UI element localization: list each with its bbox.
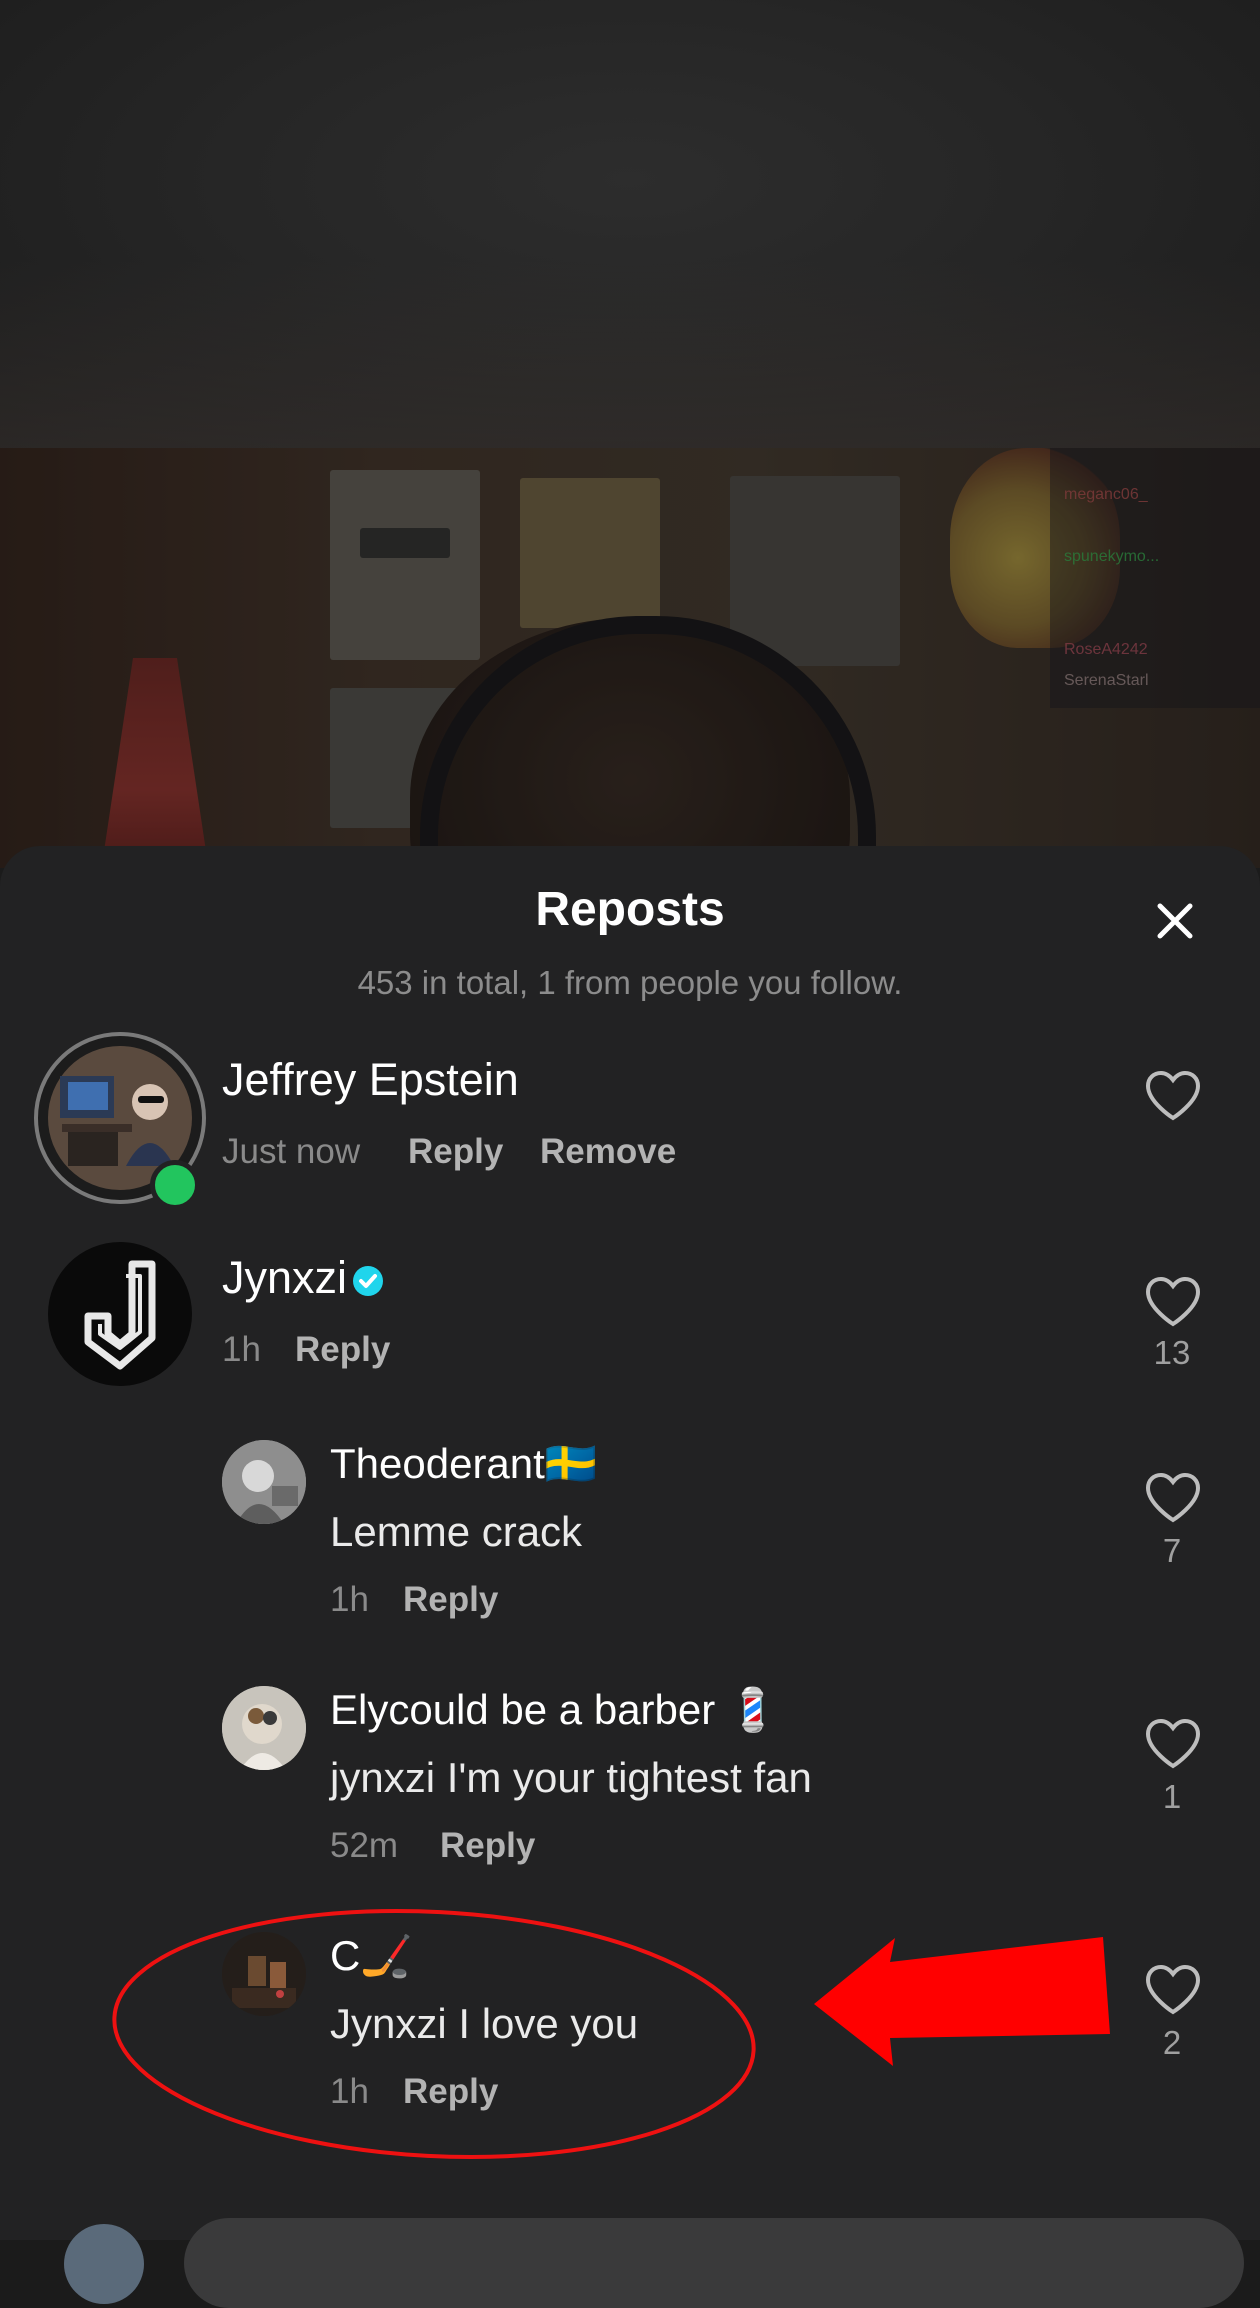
heart-icon[interactable] (1144, 1070, 1202, 1122)
reply-text: Lemme crack (330, 1508, 583, 1555)
reply-username[interactable]: Theoderant🇸🇪 (330, 1440, 597, 1489)
heart-icon[interactable] (1144, 1472, 1202, 1524)
username-text: Jynxzi (222, 1252, 348, 1303)
reply-text: jynxzi I'm your tightest fan (330, 1754, 812, 1801)
repost-item: Jynxzi 1h Reply 13 (0, 1242, 1260, 1392)
remove-button[interactable]: Remove (540, 1132, 676, 1172)
add-comment-input[interactable] (184, 2218, 1244, 2308)
reply-username[interactable]: C🏒 (330, 1932, 413, 1981)
reply-item: Elycould be a barber 💈 jynxzi I'm your t… (0, 1686, 1260, 1886)
like-count: 13 (1153, 1334, 1191, 1371)
close-icon[interactable] (1150, 896, 1200, 946)
livestream-background: meganc06_ spunekymo... RoseA4242 SerenaS… (0, 448, 1260, 868)
avatar[interactable] (222, 1686, 306, 1770)
repost-username[interactable]: Jynxzi (222, 1252, 385, 1304)
like-count: 7 (1162, 1532, 1182, 1569)
avatar-image (222, 1686, 306, 1770)
reply-button[interactable]: Reply (408, 1132, 503, 1172)
repost-item: Jeffrey Epstein Just now Reply Remove (0, 1032, 1260, 1210)
reply-text: Jynxzi I love you (330, 2000, 639, 2047)
avatar[interactable] (222, 1440, 306, 1524)
online-status-dot (150, 1160, 200, 1210)
current-user-avatar (64, 2224, 144, 2304)
verified-badge-icon (353, 1266, 384, 1297)
reply-button[interactable]: Reply (403, 1580, 498, 1620)
reply-button[interactable]: Reply (295, 1330, 390, 1370)
reply-username[interactable]: Elycould be a barber 💈 (330, 1686, 779, 1735)
avatar[interactable] (222, 1932, 306, 2016)
reply-item: Theoderant🇸🇪 Lemme crack 1h Reply 7 (0, 1440, 1260, 1640)
video-blur-band (0, 260, 1260, 448)
reply-button[interactable]: Reply (440, 1826, 535, 1866)
heart-icon[interactable] (1144, 1964, 1202, 2016)
like-count: 2 (1162, 2024, 1182, 2061)
reply-time: 1h (330, 2072, 369, 2111)
reply-button[interactable]: Reply (403, 2072, 498, 2112)
avatar-image (222, 1440, 306, 1524)
like-count: 1 (1162, 1778, 1182, 1815)
reply-item: C🏒 Jynxzi I love you 1h Reply 2 (0, 1932, 1260, 2132)
jynxzi-logo-icon (84, 1260, 156, 1370)
heart-icon[interactable] (1144, 1276, 1202, 1328)
video-preview-top (0, 0, 1260, 448)
avatar-image (222, 1932, 306, 2016)
reposts-sheet: Reposts 453 in total, 1 from people you … (0, 846, 1260, 2308)
sheet-subtitle: 453 in total, 1 from people you follow. (357, 964, 903, 1001)
sheet-title: Reposts (535, 883, 725, 936)
reply-time: 52m (330, 1826, 399, 1865)
dim-overlay (0, 448, 1260, 868)
repost-username[interactable]: Jeffrey Epstein (222, 1054, 519, 1106)
repost-time: Just now (222, 1132, 361, 1171)
avatar[interactable] (48, 1242, 192, 1386)
repost-time: 1h (222, 1330, 261, 1369)
heart-icon[interactable] (1144, 1718, 1202, 1770)
reply-time: 1h (330, 1580, 369, 1619)
